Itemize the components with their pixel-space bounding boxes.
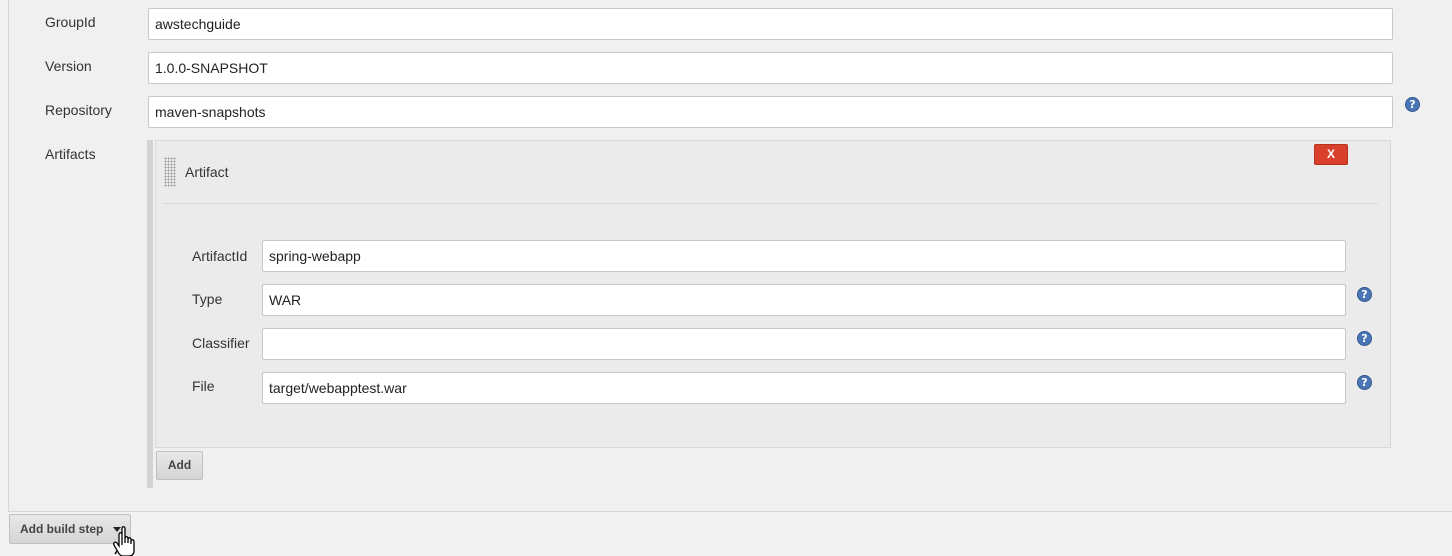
artifact-header: Artifact bbox=[185, 164, 229, 180]
delete-artifact-button[interactable]: X bbox=[1314, 144, 1348, 165]
version-label: Version bbox=[45, 58, 92, 74]
hand-pointer-cursor bbox=[113, 526, 135, 556]
jenkins-config-page: GroupId awstechguide Version 1.0.0-SNAPS… bbox=[0, 0, 1452, 556]
file-label: File bbox=[192, 378, 215, 394]
type-label: Type bbox=[192, 291, 223, 307]
artifacts-label: Artifacts bbox=[45, 146, 96, 162]
add-build-step-label: Add build step bbox=[20, 522, 104, 536]
artifacts-repeat-bar bbox=[147, 140, 153, 488]
group-id-label: GroupId bbox=[45, 14, 96, 30]
help-icon[interactable]: ? bbox=[1357, 287, 1372, 302]
artifact-id-label: ArtifactId bbox=[192, 248, 248, 264]
help-icon[interactable]: ? bbox=[1405, 97, 1420, 112]
classifier-input[interactable] bbox=[262, 328, 1346, 360]
help-icon[interactable]: ? bbox=[1357, 331, 1372, 346]
classifier-label: Classifier bbox=[192, 335, 250, 351]
repository-label: Repository bbox=[45, 102, 112, 118]
version-input[interactable]: 1.0.0-SNAPSHOT bbox=[148, 52, 1393, 84]
file-input[interactable]: target/webapptest.war bbox=[262, 372, 1346, 404]
artifact-divider bbox=[162, 203, 1378, 204]
type-input[interactable]: WAR bbox=[262, 284, 1346, 316]
group-id-input[interactable]: awstechguide bbox=[148, 8, 1393, 40]
add-artifact-button[interactable]: Add bbox=[156, 451, 203, 480]
artifact-id-input[interactable]: spring-webapp bbox=[262, 240, 1346, 272]
help-icon[interactable]: ? bbox=[1357, 375, 1372, 390]
drag-handle-icon[interactable] bbox=[164, 157, 176, 187]
repository-input[interactable]: maven-snapshots bbox=[148, 96, 1393, 128]
